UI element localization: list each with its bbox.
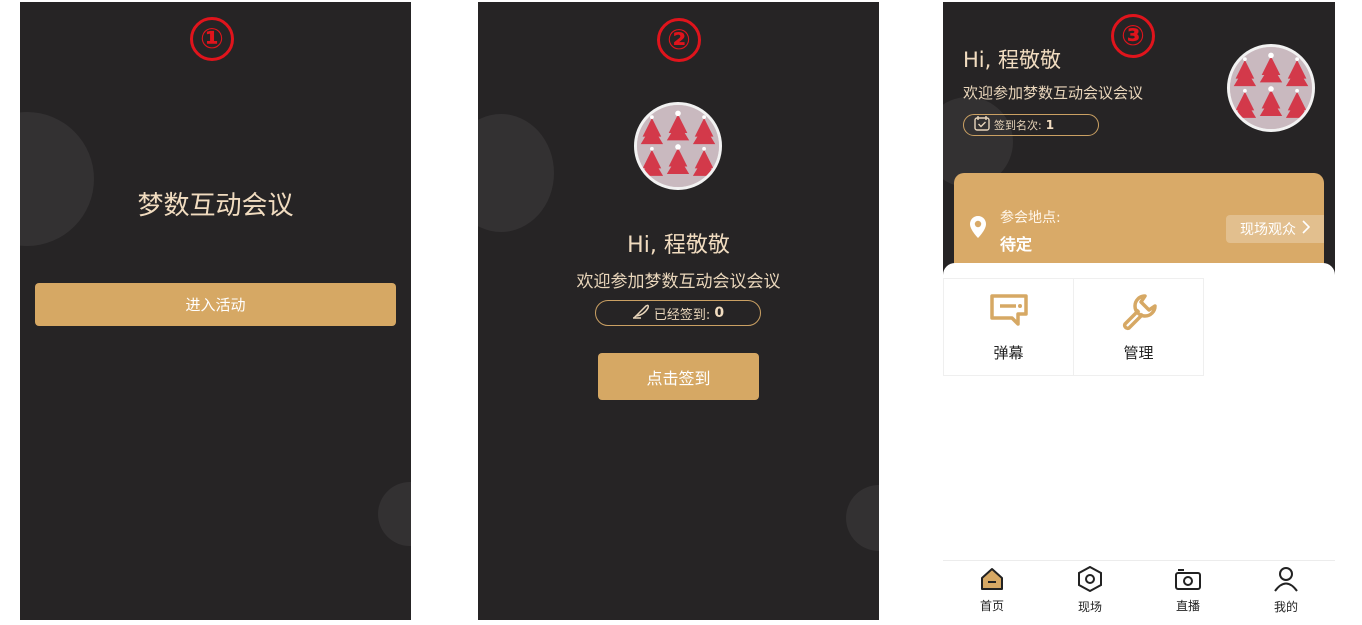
enter-activity-button[interactable]: 进入活动 (35, 283, 396, 326)
decor-circle-left (478, 114, 554, 232)
event-title: 梦数互动会议 (137, 191, 294, 221)
tab-live-site[interactable]: 现场 (1041, 561, 1139, 620)
calendar-check-icon (974, 115, 990, 135)
avatar-image (1230, 47, 1312, 129)
decor-circle-right (378, 482, 411, 546)
avatar (1227, 44, 1315, 132)
tab-label: 我的 (1273, 600, 1298, 614)
signed-label: 已经签到: (653, 307, 711, 323)
decor-circle-right (846, 485, 879, 551)
tab-mine[interactable]: 我的 (1237, 561, 1335, 620)
bottom-tab-bar: 首页 现场 直播 我的 (943, 560, 1335, 620)
grid-item-danmaku[interactable]: 弹幕 (943, 278, 1074, 376)
screen-2-checkin: ② Hi, 程敬敬 欢迎参加梦数互动会议会议 已经签到: 0 点击签到 (478, 2, 879, 620)
step-marker-2: ② (657, 18, 701, 62)
tab-label: 现场 (1077, 600, 1102, 614)
step-marker-3: ③ (1111, 14, 1155, 58)
audience-button[interactable]: 现场观众 (1226, 215, 1324, 243)
greeting: Hi, 程敬敬 (963, 48, 1061, 72)
decor-circle-left (20, 112, 94, 246)
rank-label: 签到名次: (994, 119, 1042, 132)
rank-badge: 签到名次: 1 (963, 114, 1099, 136)
tab-home[interactable]: 首页 (943, 561, 1041, 620)
screen-3-home: ③ Hi, 程敬敬 欢迎参加梦数互动会议会议 签到名次: 1 参会地点: 待定 … (943, 2, 1335, 620)
grid-item-label: 管理 (1123, 343, 1154, 362)
signed-status-badge: 已经签到: 0 (595, 300, 761, 326)
tab-label: 首页 (979, 599, 1004, 613)
feather-icon (632, 303, 650, 323)
chevron-right-icon (1302, 220, 1311, 238)
rank-value: 1 (1045, 118, 1055, 132)
user-icon (1273, 566, 1299, 596)
welcome-text: 欢迎参加梦数互动会议会议 (576, 272, 781, 292)
checkin-button[interactable]: 点击签到 (598, 353, 759, 400)
wrench-icon (1119, 292, 1159, 336)
signed-count: 0 (714, 305, 725, 321)
audience-button-label: 现场观众 (1240, 222, 1296, 238)
tab-label: 直播 (1175, 599, 1200, 613)
welcome-text: 欢迎参加梦数互动会议会议 (963, 84, 1144, 102)
camera-icon (1174, 567, 1202, 595)
tab-broadcast[interactable]: 直播 (1139, 561, 1237, 620)
home-icon (979, 567, 1005, 595)
grid-item-manage[interactable]: 管理 (1073, 278, 1204, 376)
hexagon-icon (1077, 565, 1103, 596)
avatar-image (637, 105, 719, 187)
grid-item-label: 弹幕 (993, 343, 1024, 362)
venue-value: 待定 (1000, 235, 1033, 254)
danmaku-icon (988, 292, 1030, 336)
greeting: Hi, 程敬敬 (627, 233, 730, 258)
avatar (634, 102, 722, 190)
location-pin-icon (969, 215, 987, 243)
venue-label: 参会地点: (1000, 210, 1061, 226)
step-marker-1: ① (190, 17, 234, 61)
screen-1-landing: ① 梦数互动会议 进入活动 (20, 2, 411, 620)
